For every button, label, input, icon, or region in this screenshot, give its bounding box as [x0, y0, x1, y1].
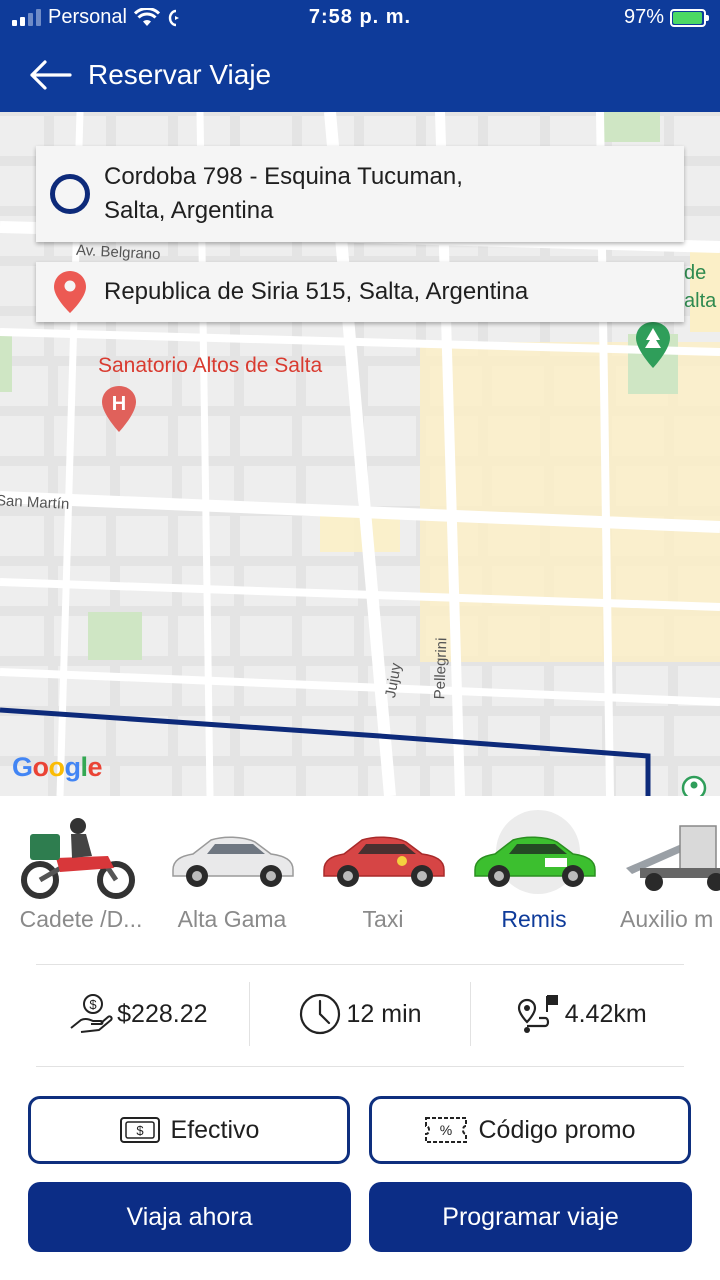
map-block	[364, 316, 416, 356]
map-block	[0, 716, 44, 756]
map-block	[0, 516, 44, 556]
location-person-icon	[681, 775, 707, 796]
destination-address: Republica de Siria 515, Salta, Argentina	[104, 278, 529, 305]
remis-car-icon	[474, 836, 596, 887]
map-block	[240, 516, 292, 556]
page-title: Reservar Viaje	[88, 59, 272, 90]
vehicle-selector: Cadete /D... Alta Gama Taxi Remis Auxili…	[0, 796, 720, 952]
distance-estimate: 4.42km	[471, 982, 692, 1046]
map-block	[244, 566, 296, 606]
origin-circle-icon	[50, 174, 90, 214]
map-block	[306, 766, 358, 796]
origin-address-field[interactable]: Cordoba 798 - Esquina Tucuman, Salta, Ar…	[36, 146, 684, 242]
vehicle-option-remis[interactable]: Remis	[459, 796, 609, 952]
promo-ticket-icon: %	[425, 1117, 468, 1143]
svg-text:%: %	[440, 1122, 452, 1138]
map-block	[678, 166, 720, 206]
map-block	[554, 766, 606, 796]
top-bar: Personal 7:58 p. m. 97% Reservar Viaje	[0, 0, 720, 112]
back-button[interactable]	[28, 48, 88, 102]
map-edge-label-top: de	[684, 262, 707, 284]
vehicle-label: Remis	[501, 906, 567, 932]
app-header: Reservar Viaje	[0, 48, 720, 102]
vehicle-option-taxi[interactable]: Taxi	[308, 796, 458, 952]
map-block	[612, 716, 664, 756]
map-block	[302, 416, 354, 456]
map-block	[116, 516, 168, 556]
map-block	[368, 366, 420, 406]
status-bar: Personal 7:58 p. m. 97%	[0, 0, 720, 38]
payment-cash-label: Efectivo	[170, 1115, 260, 1144]
google-logo: Google	[12, 752, 103, 782]
vehicle-label: Cadete /D...	[19, 906, 143, 932]
origin-address-line2: Salta, Argentina	[104, 197, 274, 224]
divider	[36, 1066, 684, 1067]
trip-options-panel: Cadete /D... Alta Gama Taxi Remis Auxili…	[0, 796, 720, 1280]
vehicle-option-cadete[interactable]: Cadete /D...	[6, 796, 156, 952]
luxury-car-icon	[172, 836, 294, 887]
duration-estimate: 12 min	[250, 982, 471, 1046]
tow-truck-icon	[626, 825, 720, 891]
vehicle-label: Taxi	[362, 906, 404, 932]
taxi-car-icon	[323, 836, 445, 887]
payment-cash-button[interactable]: $ Efectivo	[28, 1096, 350, 1164]
map-block	[120, 666, 172, 706]
cash-icon: $	[119, 1117, 160, 1143]
map-block	[302, 616, 354, 656]
divider	[36, 964, 684, 965]
route-distance-icon	[517, 995, 558, 1033]
svg-text:H: H	[112, 393, 126, 415]
map-block	[54, 416, 106, 456]
motorbike-courier-icon	[21, 818, 135, 899]
map-block	[120, 766, 172, 796]
map-block	[306, 466, 358, 506]
clock-icon	[300, 993, 341, 1035]
money-hand-icon: $	[70, 994, 113, 1033]
promo-code-button[interactable]: % Código promo	[369, 1096, 691, 1164]
map-block	[0, 616, 44, 656]
battery-charging-icon	[670, 8, 709, 27]
map-block	[492, 666, 544, 706]
map-block	[244, 466, 296, 506]
distance-value: 4.42km	[564, 999, 647, 1028]
arrow-left-icon	[30, 60, 72, 90]
map-block	[364, 416, 416, 456]
map-block	[616, 766, 668, 796]
street-label-san-martin: San Martín	[0, 492, 70, 513]
destination-pin-icon	[54, 271, 86, 313]
svg-text:$: $	[90, 997, 98, 1012]
ride-now-button[interactable]: Viaja ahora	[28, 1182, 351, 1252]
map-block	[54, 516, 106, 556]
map-block	[674, 716, 720, 756]
map-block	[492, 766, 544, 796]
map-block	[488, 716, 540, 756]
map-block	[240, 716, 292, 756]
battery-fill	[673, 11, 703, 24]
fare-estimate: $ $228.22	[28, 982, 249, 1046]
fare-value: $228.22	[117, 999, 208, 1028]
trip-summary: $ $228.22 12 min 4.42km	[28, 982, 692, 1046]
destination-address-field[interactable]: Republica de Siria 515, Salta, Argentina	[36, 262, 684, 322]
map-block	[244, 766, 296, 796]
promo-code-label: Código promo	[478, 1115, 636, 1144]
origin-address-line1: Cordoba 798 - Esquina Tucuman,	[104, 163, 463, 190]
battery-percent: 97%	[623, 6, 664, 28]
map-edge-label-bottom: alta	[684, 290, 717, 312]
map-block	[306, 566, 358, 606]
map-block	[240, 416, 292, 456]
vehicle-option-alta-gama[interactable]: Alta Gama	[157, 796, 307, 952]
duration-value: 12 min	[346, 999, 422, 1028]
poi-label-sanatorio[interactable]: Sanatorio Altos de Salta	[98, 354, 322, 378]
map-block	[368, 466, 420, 506]
map-block	[0, 416, 44, 456]
schedule-ride-button[interactable]: Programar viaje	[369, 1182, 692, 1252]
street-label-pellegrini: Pellegrini	[431, 637, 451, 700]
svg-text:$: $	[136, 1123, 144, 1138]
vehicle-label: Auxilio m	[620, 906, 714, 932]
map-block	[426, 716, 478, 756]
status-time: 7:58 p. m.	[308, 6, 412, 28]
vehicle-label: Alta Gama	[177, 906, 287, 932]
vehicle-option-auxilio[interactable]: Auxilio m	[610, 796, 720, 952]
map-block	[240, 616, 292, 656]
